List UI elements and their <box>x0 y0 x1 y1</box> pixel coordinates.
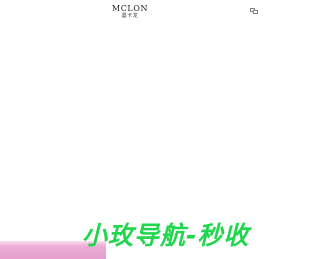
translate-icon <box>250 8 258 14</box>
logo-text: MCLON <box>111 4 149 13</box>
language-switch-button[interactable] <box>250 8 258 14</box>
site-header: MCLON 曼卡龙 <box>0 0 260 24</box>
logo-subtext: 曼卡龙 <box>121 13 139 19</box>
watermark-text: 小玫导航-秒收 <box>82 221 250 250</box>
brand-logo[interactable]: MCLON 曼卡龙 <box>0 4 260 20</box>
page: MCLON 曼卡龙 小玫导航-秒收 <box>0 0 260 259</box>
